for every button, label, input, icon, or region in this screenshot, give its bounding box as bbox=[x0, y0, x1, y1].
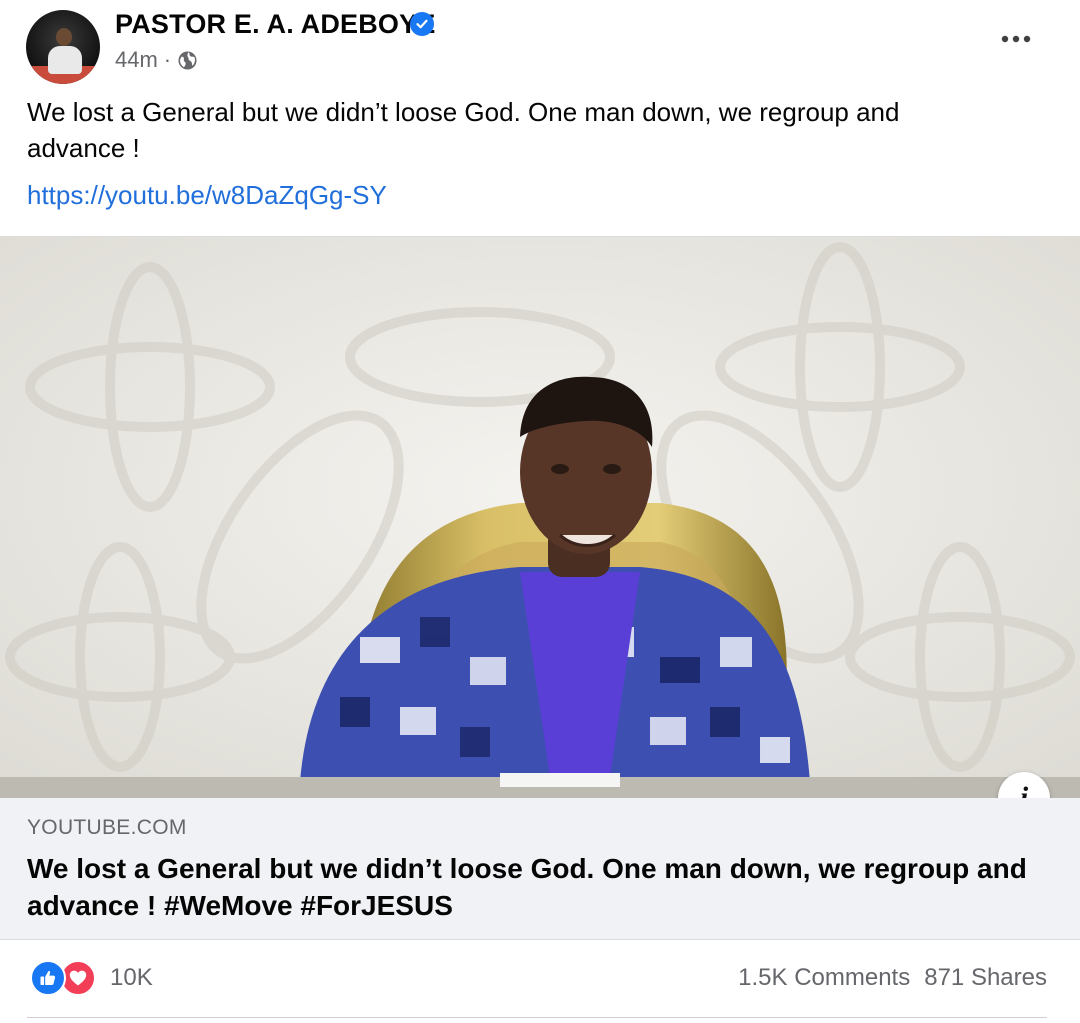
link-title[interactable]: We lost a General but we didn’t loose Go… bbox=[27, 850, 1027, 924]
reaction-count: 10K bbox=[110, 964, 153, 991]
engagement-stats: 1.5K Comments 871 Shares bbox=[738, 964, 1047, 992]
author-name[interactable]: PASTOR E. A. ADEBOYE bbox=[115, 9, 436, 40]
post-text: We lost a General but we didn’t loose Go… bbox=[27, 97, 900, 163]
meta-separator: · bbox=[163, 47, 172, 72]
comments-count[interactable]: 1.5K Comments bbox=[738, 964, 910, 992]
reactions-summary[interactable]: 10K bbox=[30, 960, 153, 996]
link-domain: YOUTUBE.COM bbox=[27, 816, 187, 839]
globe-icon[interactable] bbox=[177, 50, 198, 71]
link-preview-card[interactable]: YOUTUBE.COM We lost a General but we did… bbox=[0, 798, 1080, 940]
like-icon bbox=[30, 960, 66, 996]
shares-count[interactable]: 871 Shares bbox=[924, 964, 1047, 992]
post-timestamp[interactable]: 44m bbox=[115, 47, 158, 73]
post-link[interactable]: https://youtu.be/w8DaZqGg-SY bbox=[27, 180, 387, 211]
footer-divider bbox=[27, 1017, 1047, 1018]
video-thumbnail[interactable] bbox=[0, 236, 1080, 798]
verified-badge-icon bbox=[410, 12, 434, 36]
post-meta: 44m · bbox=[115, 47, 198, 73]
author-avatar[interactable] bbox=[26, 10, 100, 84]
facebook-post: PASTOR E. A. ADEBOYE 44m · We lost a Gen… bbox=[0, 0, 1080, 1023]
more-options-icon[interactable] bbox=[996, 24, 1036, 54]
